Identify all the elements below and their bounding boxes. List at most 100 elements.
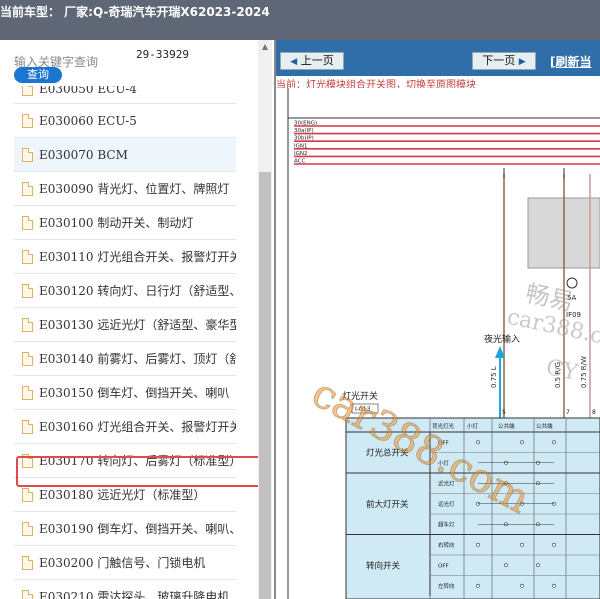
pin-label-2: 7 [566,409,570,416]
file-list: E030050 ECU-4 E030060 ECU-5 E030070 BCM E03… [14,86,236,599]
bus-label: 30b(IP) [294,136,314,142]
bus-label: 30a(IP) [294,128,314,134]
table-col-header: 公共端 [536,422,553,430]
prev-page-button[interactable]: ◀ 上一页 [280,52,344,70]
table-row-label: 超车灯 [438,520,455,528]
list-item-label: E030130 远近光灯（舒适型、豪华型） [39,318,236,332]
document-icon [22,147,33,162]
list-item-label: E030050 ECU-4 [39,86,137,96]
document-icon [22,555,33,570]
document-icon [22,419,33,434]
bus-label: IGN1 [294,143,308,149]
list-item-label: E030140 前雾灯、后雾灯、顶灯（舒适 [39,352,236,366]
switch-title: 灯光开关 [342,390,378,402]
contact-dot [520,542,524,547]
fuse-label: 5A [567,294,576,302]
document-icon [22,385,33,400]
list-item[interactable]: E030060 ECU-5 [14,104,236,138]
contact-dot [520,583,524,588]
next-page-button[interactable]: 下一页 ▶ [472,52,536,70]
scroll-up-icon[interactable]: ▲ [258,40,272,54]
bus-label: 30(ENG) [294,121,317,127]
wire-label-1: 0.75 L [490,366,498,388]
switch-code: I-013 [355,406,371,413]
document-icon [22,249,33,264]
query-button[interactable]: 查询 [14,67,62,83]
table-group-name: 灯光总开关 [366,448,409,459]
power-buses: 30(ENG)30a(IP) 30b(IP)IGN1 IGN2 ACC [294,121,600,165]
list-item-label: E030180 远近光灯（标准型） [39,488,206,502]
table-row-label: 左转向 [438,582,455,590]
list-item-label: E030210 雷达探头、玻璃升降电机 [39,590,230,599]
table-group-name: 转向开关 [366,560,401,571]
wire-label-2: 0.5 R/G [554,362,562,388]
next-page-label: 下一页 [482,54,516,67]
list-item-label: E030060 ECU-5 [39,113,137,128]
table-row-label: 远光灯 [438,500,455,508]
list-item-label: E030090 背光灯、位置灯、牌照灯 [39,182,230,196]
list-item-label: E030100 制动开关、制动灯 [39,216,194,230]
table-group-name: 前大灯开关 [366,499,409,510]
contact-dot [504,563,508,568]
document-icon [22,215,33,230]
document-icon [22,283,33,298]
bus-label: IGN2 [294,151,308,157]
list-item-label: E030070 BCM [39,147,128,162]
list-item-label: E030190 倒车灯、倒挡开关、喇叭、顶 [39,522,236,536]
arrow-right-icon: ▶ [518,57,526,67]
document-icon [22,351,33,366]
scrollbar-thumb[interactable] [259,172,271,599]
pin-label-3: 8 [592,409,596,416]
wiring-diagram: 30(ENG)30a(IP) 30b(IP)IGN1 IGN2 ACC 5A IF09… [287,88,600,599]
table-row-label: 右转向 [438,541,455,549]
list-item[interactable]: E030110 灯光组合开关、报警灯开关、 [14,240,236,274]
fuse-code: IF09 [566,311,581,319]
breadcrumb[interactable]: 当前：灯光模块组合开关图，切换至原图模块 [276,76,600,88]
list-item[interactable]: E030070 BCM [14,138,236,172]
pin-label-1: 5 [502,409,506,416]
list-item[interactable]: E030200 门触信号、门锁电机 [14,546,236,580]
viewer-toolbar: ◀ 上一页 下一页 ▶ [刷新当 [276,40,600,76]
contact-dot [476,542,480,547]
contact-dot [552,542,556,547]
list-item[interactable]: E030190 倒车灯、倒挡开关、喇叭、顶 [14,512,236,546]
list-item[interactable]: E030050 ECU-4 [14,86,236,104]
list-item[interactable]: E030120 转向灯、日行灯（舒适型、豪 [14,274,236,308]
arrow-left-icon: ◀ [290,57,298,67]
contact-dot [520,440,524,445]
document-icon [22,521,33,536]
contact-dot [552,440,556,445]
document-icon [22,487,33,502]
highlight-frame [16,456,266,487]
document-icon [22,317,33,332]
list-item-label: E030120 转向灯、日行灯（舒适型、豪 [39,284,236,298]
table-row-label: 近光灯 [438,479,455,487]
document-icon [22,181,33,196]
wire-label-3: 0.75 R/W [580,356,588,388]
list-item[interactable]: E030150 倒车灯、倒挡开关、喇叭（舒 [14,376,236,410]
list-item-label: E030200 门触信号、门锁电机 [39,556,206,570]
list-item[interactable]: E030160 灯光组合开关、报警灯开关、 [14,410,236,444]
refresh-link[interactable]: [刷新当 [550,53,592,70]
contact-dot [552,583,556,588]
table-col-header: 公共端 [498,422,515,430]
table-col-header: 小灯 [467,422,479,430]
list-item[interactable]: E030090 背光灯、位置灯、牌照灯 [14,172,236,206]
document-icon [22,589,33,599]
night-input-label: 夜光输入 [484,333,520,345]
left-panel: 查询 29-33929 E030050 ECU-4E030060 ECU-5E0… [0,40,276,599]
list-item-label: E030160 灯光组合开关、报警灯开关、 [39,420,236,434]
window-title: 当前车型： 厂家:Q-奇瑞汽车开瑞X62023-2024 [0,0,600,40]
contact-dot [476,440,480,445]
list-item[interactable]: E030100 制动开关、制动灯 [14,206,236,240]
table-row-label: OFF [438,563,449,569]
table-row-label: OFF [438,440,449,446]
bus-label: ACC [294,159,306,165]
list-item[interactable]: E030210 雷达探头、玻璃升降电机 [14,580,236,599]
list-item[interactable]: E030140 前雾灯、后雾灯、顶灯（舒适 [14,342,236,376]
list-item[interactable]: E030130 远近光灯（舒适型、豪华型） [14,308,236,342]
list-item-label: E030150 倒车灯、倒挡开关、喇叭（舒 [39,386,236,400]
document-icon [22,86,33,96]
list-item-label: E030110 灯光组合开关、报警灯开关、 [39,250,236,264]
fuse-icon [566,277,578,289]
